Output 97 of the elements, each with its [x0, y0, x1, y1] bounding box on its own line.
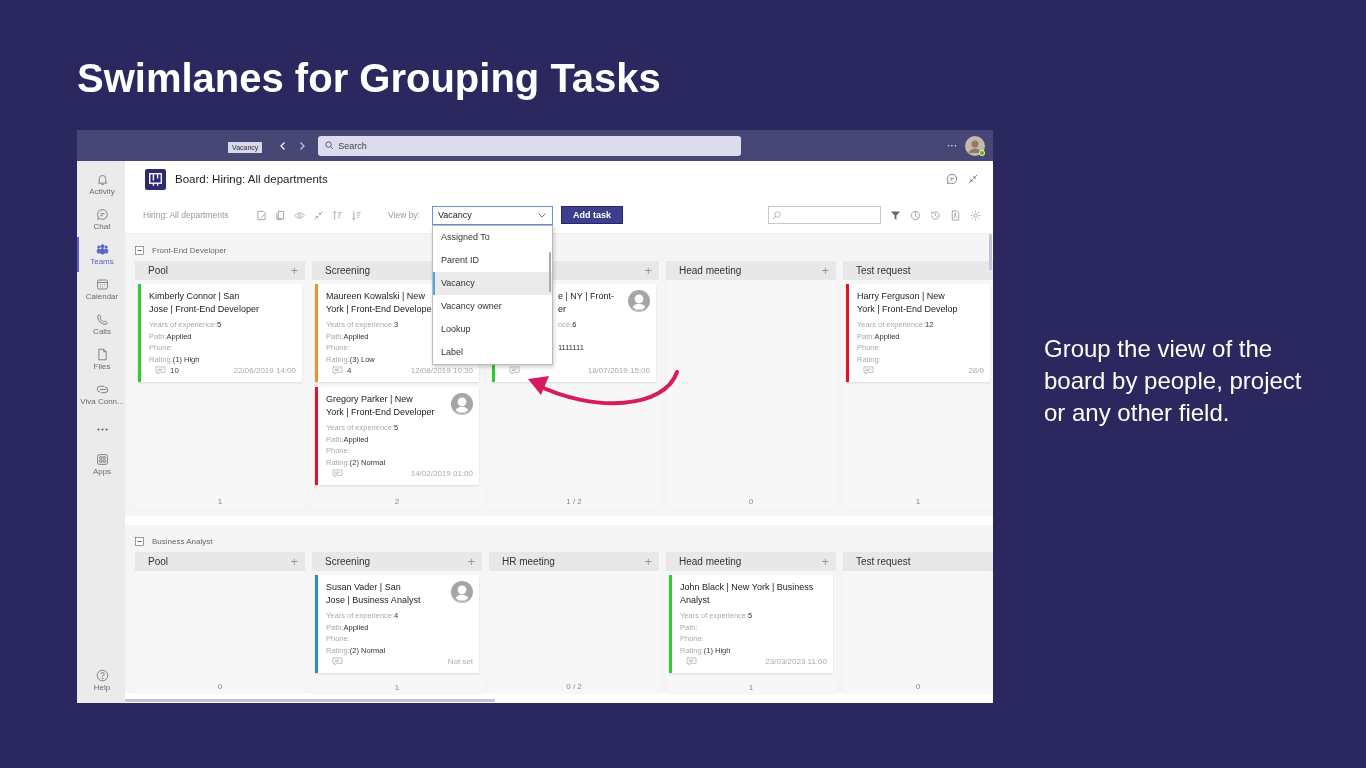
comment-icon[interactable] — [863, 366, 874, 375]
settings-icon[interactable] — [970, 209, 981, 221]
slide-caption: Group the view of the board by people, project or any other field. — [1044, 334, 1303, 428]
chart-icon[interactable] — [910, 209, 921, 221]
column-title: Test request — [856, 265, 911, 276]
comment-icon[interactable] — [509, 366, 520, 375]
edit-icon[interactable] — [256, 209, 267, 221]
menu-item[interactable]: Assigned To — [433, 225, 552, 249]
lane-title: Business Analyst — [152, 536, 213, 546]
slide-title: Swimlanes for Grouping Tasks — [77, 55, 662, 102]
search-icon — [772, 210, 781, 220]
more-button[interactable]: ··· — [947, 140, 957, 151]
sort-descending-icon[interactable] — [351, 209, 362, 221]
comment-count: 10 — [170, 366, 179, 375]
collapse-icon[interactable] — [313, 209, 324, 221]
scrollbar[interactable] — [125, 699, 495, 702]
card-count: 1 — [748, 683, 754, 692]
card-count: 1 / 2 — [566, 497, 582, 506]
card-title: Harry Ferguson | New York | Front-End Develop — [857, 290, 958, 316]
scrollbar[interactable] — [549, 251, 551, 292]
apps-icon — [95, 453, 109, 466]
column-title: Pool — [148, 556, 168, 567]
rail-item[interactable]: Viva Conn... — [77, 377, 125, 412]
history-icon[interactable] — [930, 209, 941, 221]
pdf-icon[interactable] — [950, 209, 961, 221]
view-by-label: View by: — [388, 210, 420, 220]
comment-icon[interactable] — [332, 657, 343, 666]
people-icon — [95, 243, 109, 256]
scrollbar[interactable] — [989, 234, 992, 270]
search-icon — [325, 141, 335, 150]
avatar-icon[interactable] — [965, 135, 985, 156]
column-title: Head meeting — [679, 556, 742, 567]
card-date: 12/08/2019 10:30 — [410, 366, 473, 375]
calendar-icon — [95, 278, 109, 291]
rail-item[interactable]: Help — [77, 663, 125, 698]
card-count: 1 — [394, 683, 400, 692]
card-date: 28/0 — [968, 366, 984, 375]
card-count: 1 — [915, 497, 921, 506]
card-count: 0 / 2 — [566, 682, 582, 691]
comment-icon[interactable] — [155, 366, 166, 375]
collapse-icon[interactable] — [135, 245, 144, 255]
board-name: Hiring: All departments — [143, 210, 230, 220]
view-by-dropdown[interactable]: Vacancy — [432, 205, 553, 225]
eye-icon[interactable] — [294, 209, 305, 221]
collapse-icon[interactable] — [967, 173, 979, 185]
card-title: Gregory Parker | New York | Front-End Developer — [326, 393, 435, 419]
sort-ascending-icon[interactable] — [332, 209, 343, 221]
card-count: 1 — [217, 497, 223, 506]
comment-icon[interactable] — [332, 366, 343, 375]
board-icon — [145, 168, 166, 190]
card-count: 0 — [748, 497, 754, 506]
rail-item[interactable]: Activity — [77, 167, 125, 202]
link-icon — [95, 383, 109, 396]
rail-item[interactable]: Calendar — [77, 272, 125, 307]
card-date: 23/03/2023 11:00 — [765, 657, 827, 666]
column-title: Screening — [325, 556, 371, 567]
add-task-button[interactable]: Add task — [561, 206, 623, 224]
chat-icon[interactable] — [946, 173, 958, 185]
rail-item[interactable]: Apps — [77, 447, 125, 482]
card-date: 18/07/2019 15:00 — [587, 366, 650, 375]
copy-icon[interactable] — [275, 209, 286, 221]
card-date: 22/06/2019 14:00 — [233, 366, 296, 375]
card-title: e | NY | Front- er — [558, 290, 615, 316]
column-title: Pool — [148, 265, 168, 276]
card-count: 2 — [394, 497, 400, 506]
menu-item[interactable]: Parent ID — [433, 248, 552, 272]
card-count: 0 — [915, 682, 921, 691]
rail-item[interactable]: Chat — [77, 202, 125, 237]
card-title: Kimberly Connor | San Jose | Front-End Developer — [149, 290, 259, 316]
rail-item[interactable]: Files — [77, 342, 125, 377]
column-title: Screening — [325, 265, 371, 276]
chevron-down-icon — [537, 210, 547, 220]
rail-item[interactable]: Calls — [77, 307, 125, 342]
card-date: Not set — [447, 657, 473, 666]
comment-count: 4 — [347, 366, 352, 375]
comment-icon[interactable] — [686, 657, 697, 666]
search-field[interactable]: Search — [318, 135, 742, 156]
bell-icon — [95, 173, 109, 186]
column-title: HR meeting — [502, 556, 555, 567]
chat-icon — [95, 208, 109, 221]
collapse-icon[interactable] — [135, 536, 144, 546]
board-title: Board: Hiring: All departments — [175, 173, 328, 185]
menu-item[interactable]: Vacancy — [433, 271, 552, 295]
card-title: Maureen Kowalski | New York | Front-End Develope — [326, 290, 432, 316]
column-title: Test request — [856, 556, 911, 567]
column-title: Head meeting — [679, 265, 742, 276]
lane-title: Front-End Developer — [152, 245, 227, 255]
filter-icon[interactable] — [890, 209, 901, 221]
help-icon — [95, 669, 109, 682]
card-count: 0 — [217, 682, 223, 691]
card-date: 14/02/2019 01:00 — [410, 469, 473, 478]
card-title: John Black | New York | Business Analyst — [680, 581, 814, 607]
card-title: Susan Vader | San Jose | Business Analyst — [326, 581, 421, 607]
file-icon — [95, 348, 109, 361]
comment-icon[interactable] — [332, 469, 343, 478]
search-field[interactable] — [768, 206, 881, 224]
phone-icon — [95, 313, 109, 326]
